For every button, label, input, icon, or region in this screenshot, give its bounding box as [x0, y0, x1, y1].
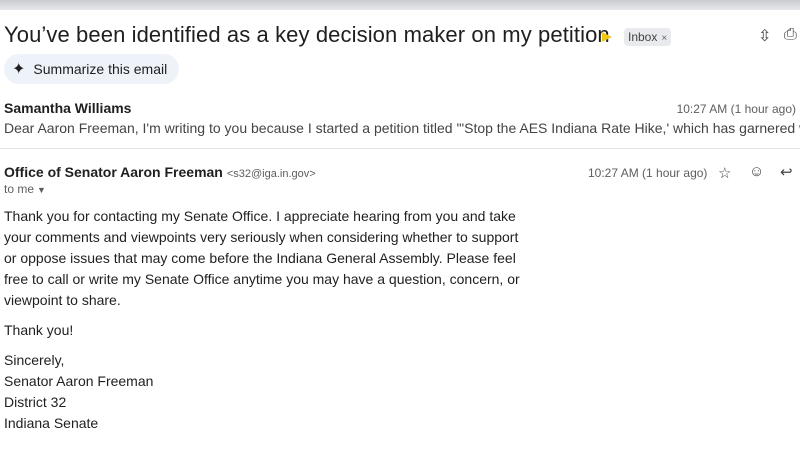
body-paragraph: Thank you!	[4, 322, 74, 338]
recipient-text: to me	[4, 182, 35, 196]
label-chip-inbox[interactable]: Inbox ×	[624, 28, 672, 46]
from-sender[interactable]: Office of Senator Aaron Freeman <s32@iga.…	[4, 164, 316, 180]
collapsed-time: 10:27 AM (1 hour ago)	[676, 102, 796, 116]
signature-line: Sincerely,	[4, 352, 65, 368]
chevron-down-icon: ▼	[37, 185, 46, 195]
email-subject: You’ve been identified as a key decision…	[4, 22, 610, 47]
recipient-toggle[interactable]: to me ▼	[4, 182, 46, 196]
collapsed-message[interactable]: Samantha Williams 10:27 AM (1 hour ago) …	[0, 94, 800, 146]
from-name: Office of Senator Aaron Freeman	[4, 164, 223, 180]
importance-marker-icon[interactable]	[602, 32, 612, 42]
star-icon[interactable]: ☆	[718, 164, 731, 182]
message-header: Office of Senator Aaron Freeman <s32@iga.…	[0, 158, 800, 198]
collapsed-sender: Samantha Williams	[4, 100, 132, 116]
body-paragraph: Thank you for contacting my Senate Offic…	[4, 208, 520, 308]
signature-line: District 32	[4, 394, 67, 410]
emoji-icon[interactable]: ☺	[749, 163, 764, 180]
signature: Sincerely, Senator Aaron Freeman Distric…	[4, 350, 524, 434]
expand-collapse-icon[interactable]: ⇳	[758, 26, 771, 46]
top-background-band	[0, 0, 800, 10]
label-chip-text: Inbox	[628, 30, 658, 44]
print-icon[interactable]: ⎙	[784, 26, 797, 44]
message-time: 10:27 AM (1 hour ago)	[588, 166, 708, 180]
summarize-label: Summarize this email	[33, 61, 168, 77]
reply-icon[interactable]: ↩	[780, 163, 793, 181]
from-email: <s32@iga.in.gov>	[226, 168, 316, 180]
summarize-email-button[interactable]: ✦ Summarize this email	[4, 54, 180, 84]
remove-label-icon[interactable]: ×	[661, 33, 667, 44]
message-body: Thank you for contacting my Senate Offic…	[4, 206, 524, 434]
subject-row: You’ve been identified as a key decision…	[4, 22, 800, 52]
collapsed-snippet: Dear Aaron Freeman, I'm writing to you b…	[4, 120, 800, 136]
signature-line: Senator Aaron Freeman	[4, 373, 154, 389]
sparkle-icon: ✦	[12, 61, 26, 78]
divider	[0, 148, 800, 149]
signature-line: Indiana Senate	[4, 415, 99, 431]
